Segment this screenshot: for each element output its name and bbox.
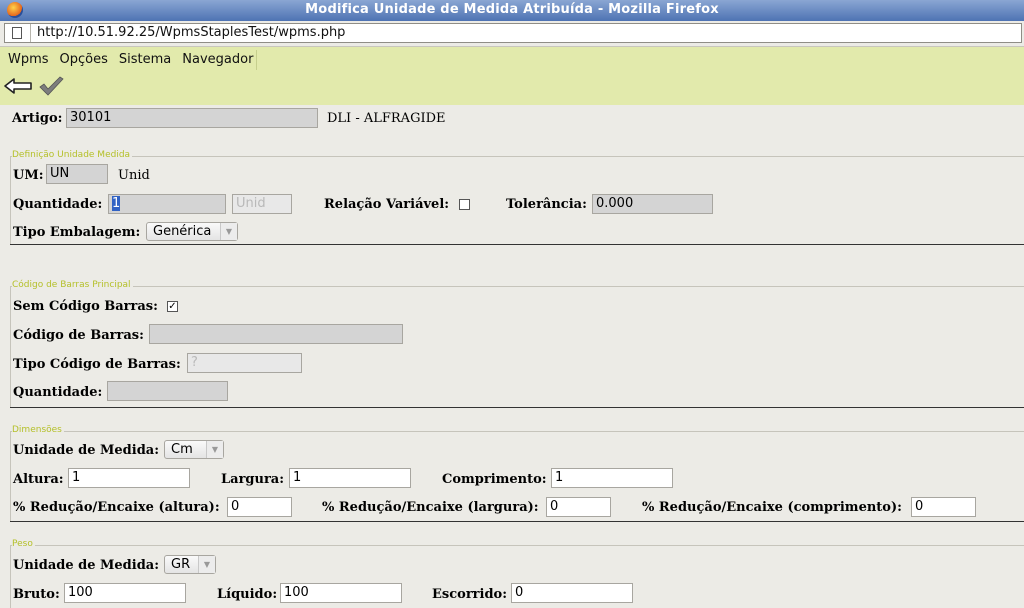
relacao-label: Relação Variável: [324, 197, 450, 212]
comprimento-field[interactable]: 1 [551, 468, 673, 488]
sem-codigo-checkbox[interactable]: ✓ [167, 301, 178, 312]
dimensoes-legend: Dimensões [12, 425, 64, 435]
liquido-label: Líquido: [217, 587, 278, 602]
um-desc: Unid [118, 168, 150, 183]
codigo-quantidade-field[interactable] [107, 381, 228, 401]
quantidade-label: Quantidade: [13, 197, 103, 212]
back-arrow-icon[interactable] [4, 78, 32, 94]
chevron-down-icon: ▼ [198, 556, 215, 573]
dimensoes-unidade-select[interactable]: Cm ▼ [164, 440, 224, 459]
um-field[interactable]: UN [46, 164, 108, 184]
liquido-field[interactable]: 100 [280, 583, 402, 603]
checkmark-icon[interactable] [38, 75, 64, 97]
tipo-codigo-field: ? [187, 353, 302, 373]
menu-item-opcoes[interactable]: Opções [52, 50, 111, 70]
peso-legend: Peso [12, 539, 35, 549]
artigo-store: DLI - ALFRAGIDE [327, 111, 446, 126]
comprimento-label: Comprimento: [442, 472, 547, 487]
peso-unidade-select[interactable]: GR ▼ [164, 555, 216, 574]
sem-codigo-label: Sem Código Barras: [13, 299, 158, 314]
tipo-embalagem-label: Tipo Embalagem: [13, 225, 141, 240]
relacao-checkbox[interactable] [459, 199, 470, 210]
red-comprimento-label: % Redução/Encaixe (comprimento): [642, 500, 902, 515]
tipo-codigo-label: Tipo Código de Barras: [13, 357, 181, 372]
bruto-field[interactable]: 100 [64, 583, 186, 603]
artigo-field[interactable]: 30101 [66, 108, 318, 128]
red-comprimento-field[interactable]: 0 [911, 497, 976, 517]
address-field[interactable]: http://10.51.92.25/WpmsStaplesTest/wpms.… [4, 23, 1022, 43]
escorrido-label: Escorrido: [432, 587, 508, 602]
codigo-quantidade-label: Quantidade: [13, 385, 103, 400]
peso-unidade-label: Unidade de Medida: [13, 558, 160, 573]
url-bar: http://10.51.92.25/WpmsStaplesTest/wpms.… [0, 21, 1024, 47]
bruto-label: Bruto: [13, 587, 60, 602]
app-menubar: Wpms Opções Sistema Navegador [0, 47, 1024, 105]
dimensoes-unidade-label: Unidade de Medida: [13, 443, 160, 458]
tipo-embalagem-select[interactable]: Genérica ▼ [146, 222, 238, 241]
red-largura-label: % Redução/Encaixe (largura): [322, 500, 539, 515]
codigo-top-border [10, 286, 1024, 287]
um-label: UM: [13, 168, 44, 183]
codigo-legend: Código de Barras Principal [12, 280, 133, 290]
altura-field[interactable]: 1 [68, 468, 190, 488]
codigo-bottom-border [10, 407, 1024, 408]
toolbar [0, 72, 1024, 102]
peso-top-border [10, 545, 1024, 546]
tolerancia-field[interactable]: 0.000 [592, 194, 713, 214]
tolerancia-label: Tolerância: [506, 197, 587, 212]
definicao-left-border [10, 156, 11, 244]
codigo-barras-label: Código de Barras: [13, 328, 144, 343]
tipo-embalagem-value: Genérica [153, 224, 212, 239]
quantidade-unit-field: Unid [232, 194, 292, 214]
dimensoes-left-border [10, 431, 11, 522]
codigo-barras-field[interactable] [149, 324, 403, 344]
red-largura-field[interactable]: 0 [546, 497, 611, 517]
chevron-down-icon: ▼ [206, 441, 223, 458]
url-text[interactable]: http://10.51.92.25/WpmsStaplesTest/wpms.… [37, 25, 345, 40]
peso-unidade-value: GR [171, 557, 191, 572]
red-altura-field[interactable]: 0 [227, 497, 292, 517]
menu: Wpms Opções Sistema Navegador [0, 50, 258, 70]
red-altura-label: % Redução/Encaixe (altura): [13, 500, 220, 515]
window-titlebar: Modifica Unidade de Medida Atribuída - M… [0, 0, 1024, 22]
form-content: Artigo: 30101 DLI - ALFRAGIDE Definição … [0, 105, 1024, 608]
quantidade-field[interactable]: 1 [108, 194, 226, 214]
peso-left-border [10, 545, 11, 608]
largura-label: Largura: [221, 472, 285, 487]
definicao-legend: Definição Unidade Medida [12, 150, 133, 160]
escorrido-field[interactable]: 0 [511, 583, 633, 603]
menu-item-navegador[interactable]: Navegador [174, 50, 256, 70]
quantidade-value: 1 [112, 196, 121, 211]
dimensoes-unidade-value: Cm [171, 442, 193, 457]
definicao-bottom-border [10, 244, 1024, 245]
definicao-top-border [10, 156, 1024, 157]
largura-field[interactable]: 1 [289, 468, 411, 488]
chevron-down-icon: ▼ [220, 223, 237, 240]
codigo-left-border [10, 286, 11, 408]
dimensoes-bottom-border [10, 521, 1024, 522]
window-title: Modifica Unidade de Medida Atribuída - M… [305, 2, 719, 17]
dimensoes-top-border [10, 431, 1024, 432]
artigo-label: Artigo: [12, 111, 63, 126]
url-separator [30, 24, 31, 42]
menu-item-sistema[interactable]: Sistema [111, 50, 174, 70]
altura-label: Altura: [13, 472, 64, 487]
page-icon [12, 27, 22, 39]
menu-item-wpms[interactable]: Wpms [0, 50, 52, 70]
